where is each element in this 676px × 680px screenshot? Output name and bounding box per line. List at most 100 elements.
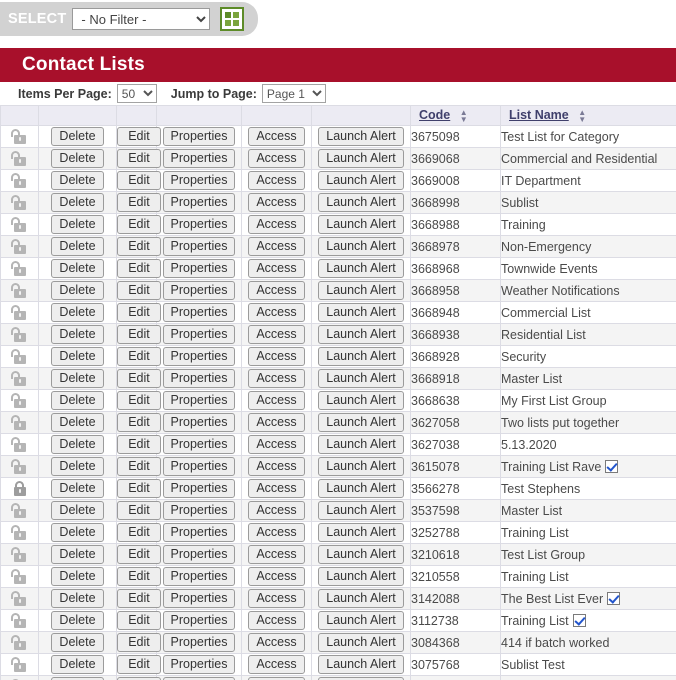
- delete-button[interactable]: Delete: [51, 589, 104, 608]
- lock-cell[interactable]: [0, 191, 39, 214]
- delete-button[interactable]: Delete: [51, 369, 104, 388]
- properties-button[interactable]: Properties: [162, 589, 236, 608]
- properties-button[interactable]: Properties: [162, 611, 236, 630]
- access-button[interactable]: Access: [248, 325, 305, 344]
- lock-open-icon[interactable]: [11, 195, 26, 211]
- edit-button[interactable]: Edit: [117, 413, 161, 432]
- delete-button[interactable]: Delete: [51, 259, 104, 278]
- delete-button[interactable]: Delete: [51, 391, 104, 410]
- properties-button[interactable]: Properties: [162, 193, 236, 212]
- properties-button[interactable]: Properties: [162, 567, 236, 586]
- lock-cell[interactable]: [0, 279, 39, 302]
- properties-button[interactable]: Properties: [162, 457, 236, 476]
- edit-button[interactable]: Edit: [117, 325, 161, 344]
- properties-button[interactable]: Properties: [162, 149, 236, 168]
- delete-button[interactable]: Delete: [51, 655, 104, 674]
- delete-button[interactable]: Delete: [51, 171, 104, 190]
- lock-open-icon[interactable]: [11, 371, 26, 387]
- lock-cell[interactable]: [0, 125, 39, 148]
- lock-open-icon[interactable]: [11, 173, 26, 189]
- launch-alert-button[interactable]: Launch Alert: [318, 479, 404, 498]
- access-button[interactable]: Access: [248, 193, 305, 212]
- launch-alert-button[interactable]: Launch Alert: [318, 127, 404, 146]
- access-button[interactable]: Access: [248, 567, 305, 586]
- launch-alert-button[interactable]: Launch Alert: [318, 545, 404, 564]
- access-button[interactable]: Access: [248, 611, 305, 630]
- lock-open-icon[interactable]: [11, 415, 26, 431]
- lock-cell[interactable]: [0, 257, 39, 280]
- properties-button[interactable]: Properties: [162, 479, 236, 498]
- lock-cell[interactable]: [0, 301, 39, 324]
- access-button[interactable]: Access: [248, 457, 305, 476]
- lock-cell[interactable]: [0, 433, 39, 456]
- launch-alert-button[interactable]: Launch Alert: [318, 589, 404, 608]
- lock-closed-icon[interactable]: [13, 481, 26, 497]
- lock-cell[interactable]: [0, 147, 39, 170]
- edit-button[interactable]: Edit: [117, 501, 161, 520]
- launch-alert-button[interactable]: Launch Alert: [318, 391, 404, 410]
- access-button[interactable]: Access: [248, 347, 305, 366]
- launch-alert-button[interactable]: Launch Alert: [318, 611, 404, 630]
- delete-button[interactable]: Delete: [51, 237, 104, 256]
- edit-button[interactable]: Edit: [117, 655, 161, 674]
- edit-button[interactable]: Edit: [117, 149, 161, 168]
- delete-button[interactable]: Delete: [51, 127, 104, 146]
- launch-alert-button[interactable]: Launch Alert: [318, 457, 404, 476]
- access-button[interactable]: Access: [248, 589, 305, 608]
- access-button[interactable]: Access: [248, 171, 305, 190]
- edit-button[interactable]: Edit: [117, 347, 161, 366]
- delete-button[interactable]: Delete: [51, 611, 104, 630]
- launch-alert-button[interactable]: Launch Alert: [318, 655, 404, 674]
- properties-button[interactable]: Properties: [162, 655, 236, 674]
- jump-to-page-select[interactable]: Page 1: [261, 84, 326, 103]
- delete-button[interactable]: Delete: [51, 193, 104, 212]
- launch-alert-button[interactable]: Launch Alert: [318, 171, 404, 190]
- access-button[interactable]: Access: [248, 369, 305, 388]
- properties-button[interactable]: Properties: [162, 303, 236, 322]
- lock-open-icon[interactable]: [11, 151, 26, 167]
- lock-cell[interactable]: [0, 411, 39, 434]
- delete-button[interactable]: Delete: [51, 567, 104, 586]
- lock-cell[interactable]: [0, 345, 39, 368]
- delete-button[interactable]: Delete: [51, 413, 104, 432]
- edit-button[interactable]: Edit: [117, 127, 161, 146]
- launch-alert-button[interactable]: Launch Alert: [318, 501, 404, 520]
- sort-list-name-link[interactable]: List Name: [509, 108, 569, 122]
- properties-button[interactable]: Properties: [162, 171, 236, 190]
- edit-button[interactable]: Edit: [117, 435, 161, 454]
- launch-alert-button[interactable]: Launch Alert: [318, 633, 404, 652]
- properties-button[interactable]: Properties: [162, 325, 236, 344]
- lock-open-icon[interactable]: [11, 349, 26, 365]
- launch-alert-button[interactable]: Launch Alert: [318, 193, 404, 212]
- edit-button[interactable]: Edit: [117, 479, 161, 498]
- sort-arrows-icon[interactable]: ▲ ▼: [578, 108, 586, 123]
- edit-button[interactable]: Edit: [117, 391, 161, 410]
- edit-button[interactable]: Edit: [117, 589, 161, 608]
- lock-open-icon[interactable]: [11, 239, 26, 255]
- lock-open-icon[interactable]: [11, 591, 26, 607]
- delete-button[interactable]: Delete: [51, 325, 104, 344]
- delete-button[interactable]: Delete: [51, 633, 104, 652]
- delete-button[interactable]: Delete: [51, 281, 104, 300]
- delete-button[interactable]: Delete: [51, 347, 104, 366]
- lock-open-icon[interactable]: [11, 327, 26, 343]
- sort-arrows-icon[interactable]: ▲ ▼: [460, 108, 468, 123]
- delete-button[interactable]: Delete: [51, 479, 104, 498]
- access-button[interactable]: Access: [248, 259, 305, 278]
- properties-button[interactable]: Properties: [162, 259, 236, 278]
- launch-alert-button[interactable]: Launch Alert: [318, 149, 404, 168]
- lock-cell[interactable]: [0, 389, 39, 412]
- filter-select[interactable]: - No Filter -: [72, 8, 211, 30]
- lock-cell[interactable]: [0, 455, 39, 478]
- delete-button[interactable]: Delete: [51, 457, 104, 476]
- lock-open-icon[interactable]: [11, 525, 26, 541]
- edit-button[interactable]: Edit: [117, 545, 161, 564]
- lock-cell[interactable]: [0, 609, 39, 632]
- lock-cell[interactable]: [0, 213, 39, 236]
- lock-open-icon[interactable]: [11, 459, 26, 475]
- launch-alert-button[interactable]: Launch Alert: [318, 567, 404, 586]
- properties-button[interactable]: Properties: [162, 237, 236, 256]
- launch-alert-button[interactable]: Launch Alert: [318, 215, 404, 234]
- lock-open-icon[interactable]: [11, 613, 26, 629]
- access-button[interactable]: Access: [248, 435, 305, 454]
